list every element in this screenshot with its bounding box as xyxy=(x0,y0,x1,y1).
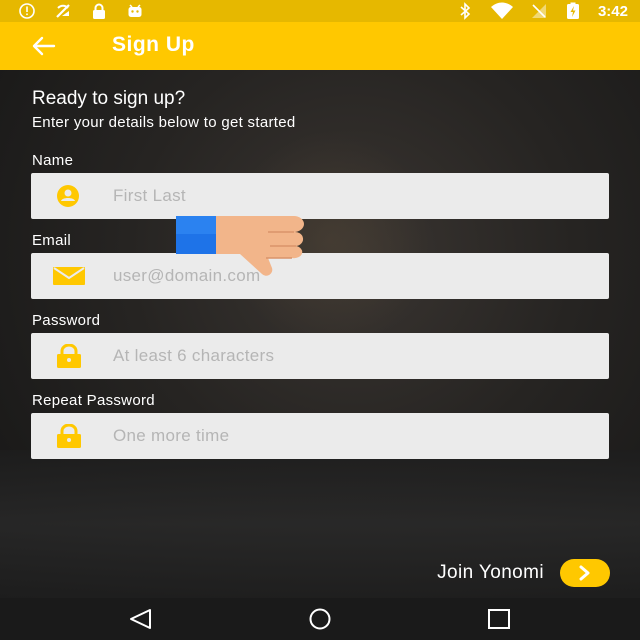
email-label: Email xyxy=(32,232,72,249)
lock-icon xyxy=(93,3,105,19)
bluetooth-icon xyxy=(460,2,471,20)
back-triangle-icon[interactable] xyxy=(126,608,156,630)
lock-icon xyxy=(57,424,81,448)
name-input[interactable] xyxy=(113,173,593,219)
no-signal-icon xyxy=(56,4,70,18)
repeat-password-input[interactable] xyxy=(113,413,593,459)
mail-icon xyxy=(53,267,85,285)
app-bar: Sign Up xyxy=(0,22,640,70)
intro-subheading: Enter your details below to get started xyxy=(32,114,296,131)
name-label: Name xyxy=(32,152,74,169)
repeat-password-field[interactable] xyxy=(31,413,609,459)
repeat-password-label: Repeat Password xyxy=(32,392,155,409)
arrow-back-icon[interactable] xyxy=(30,34,58,58)
intro-heading: Ready to sign up? xyxy=(32,88,186,109)
join-arrow-button[interactable] xyxy=(560,559,610,587)
recents-square-icon[interactable] xyxy=(484,608,514,630)
lock-icon xyxy=(57,344,81,368)
battery-icon xyxy=(566,2,579,19)
join-button[interactable]: Join Yonomi xyxy=(437,558,610,588)
password-field[interactable] xyxy=(31,333,609,379)
email-field[interactable] xyxy=(31,253,609,299)
signal-icon xyxy=(531,4,546,18)
status-bar: 3:42 xyxy=(0,0,640,22)
clock-time: 3:42 xyxy=(597,2,628,20)
android-icon xyxy=(128,4,142,17)
thumbs-down-hand-icon xyxy=(176,216,304,276)
password-input[interactable] xyxy=(113,333,593,379)
join-label: Join Yonomi xyxy=(437,562,544,583)
person-icon xyxy=(57,185,79,207)
name-field[interactable] xyxy=(31,173,609,219)
password-label: Password xyxy=(32,312,101,329)
wifi-icon xyxy=(490,2,513,19)
home-circle-icon[interactable] xyxy=(305,608,335,630)
alert-icon xyxy=(19,3,35,19)
page-title: Sign Up xyxy=(112,33,195,56)
chevron-right-icon xyxy=(579,565,590,581)
navigation-bar xyxy=(0,598,640,640)
